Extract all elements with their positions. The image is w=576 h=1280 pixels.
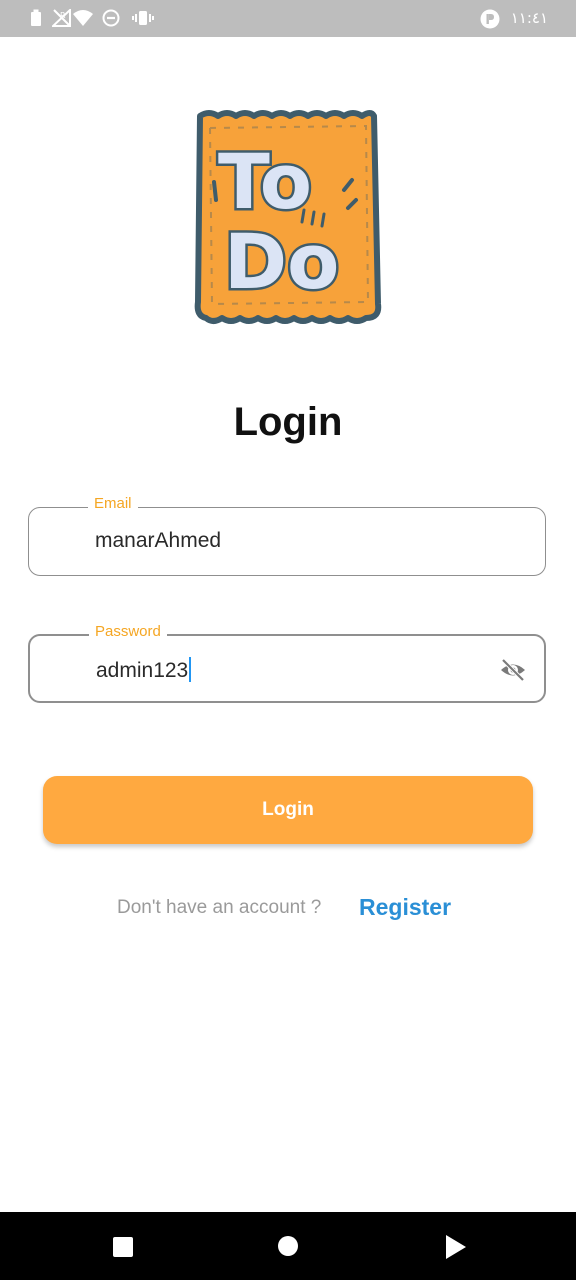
navigation-bar — [0, 1212, 576, 1280]
logo-text-do: Do — [224, 217, 339, 306]
page-title: Login — [233, 400, 343, 444]
text-caret — [189, 657, 192, 682]
email-field[interactable]: Email manarAhmed — [28, 495, 546, 576]
register-row: Don't have an account ? Register — [0, 894, 576, 924]
logo-text-to: To — [218, 137, 312, 226]
email-value[interactable]: manarAhmed — [95, 529, 221, 553]
todo-logo: To Do — [194, 110, 382, 324]
password-field[interactable]: Password admin123 — [28, 623, 546, 703]
back-icon[interactable] — [444, 1234, 468, 1260]
home-icon[interactable] — [277, 1235, 299, 1257]
register-link[interactable]: Register — [359, 894, 451, 921]
wifi-icon — [73, 10, 93, 26]
email-label: Email — [88, 495, 138, 512]
status-time: ١١:٤١ — [510, 9, 548, 27]
eye-off-icon[interactable] — [500, 658, 526, 682]
login-button[interactable]: Login — [43, 776, 533, 844]
password-value-wrap[interactable]: admin123 — [96, 657, 192, 683]
vibrate-icon — [132, 11, 154, 25]
battery-icon — [31, 9, 41, 26]
password-value: admin123 — [96, 659, 189, 682]
recent-apps-icon[interactable] — [112, 1236, 134, 1258]
status-bar: R ١١:٤١ — [0, 0, 576, 37]
svg-text:R: R — [60, 11, 66, 20]
app-notification-icon — [480, 9, 500, 29]
do-not-disturb-icon — [102, 9, 120, 27]
register-prompt: Don't have an account ? — [117, 897, 322, 918]
password-label: Password — [89, 623, 167, 640]
no-signal-icon: R — [52, 9, 71, 27]
